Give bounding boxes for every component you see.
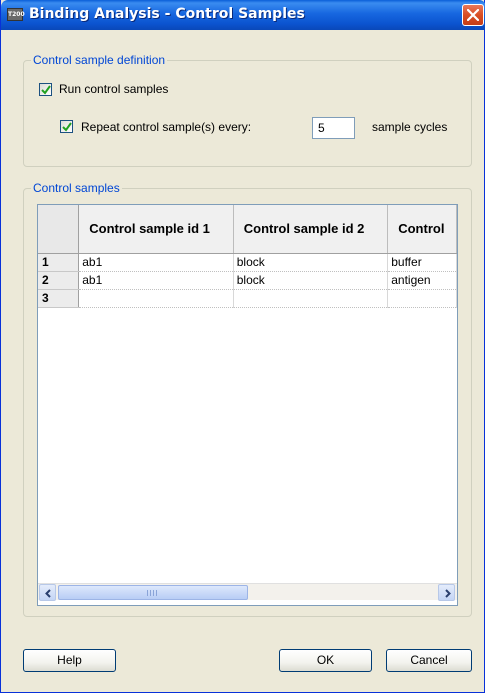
samples-table: Control sample id 1 Control sample id 2 … — [38, 205, 457, 308]
row-header[interactable]: 1 — [38, 253, 80, 272]
table-cell[interactable] — [78, 289, 234, 308]
checkmark-icon — [62, 122, 72, 132]
table-cell[interactable]: buffer — [387, 253, 457, 272]
column-header[interactable]: Control sample id 1 — [78, 205, 234, 254]
row-header[interactable]: 2 — [38, 271, 80, 290]
table-cell[interactable] — [387, 289, 457, 308]
close-button[interactable] — [462, 4, 484, 26]
table-cell[interactable]: block — [233, 271, 389, 290]
table-row: 1 ab1 block buffer — [38, 253, 457, 272]
sample-cycles-label: sample cycles — [372, 120, 448, 134]
repeat-checkbox[interactable] — [60, 120, 73, 133]
chevron-right-icon — [445, 589, 451, 598]
scroll-right-button[interactable] — [438, 584, 455, 601]
title-bar[interactable]: T200 Binding Analysis - Control Samples — [1, 0, 485, 30]
repeat-cycles-input[interactable] — [312, 117, 355, 139]
table-row: 2 ab1 block antigen — [38, 271, 457, 290]
table-row: 3 — [38, 289, 457, 308]
chevron-left-icon — [45, 589, 51, 598]
window-title: Binding Analysis - Control Samples — [29, 6, 305, 22]
control-samples-legend: Control samples — [31, 181, 122, 195]
scrollbar-thumb[interactable] — [58, 585, 248, 600]
table-cell[interactable]: antigen — [387, 271, 457, 290]
control-samples-grid[interactable]: Control sample id 1 Control sample id 2 … — [37, 204, 458, 606]
help-button[interactable]: Help — [23, 649, 116, 672]
dialog-window: T200 Binding Analysis - Control Samples … — [0, 0, 485, 693]
app-icon: T200 — [7, 8, 25, 21]
grid-corner[interactable] — [38, 205, 80, 254]
table-cell[interactable]: ab1 — [78, 271, 234, 290]
close-icon — [467, 9, 479, 21]
table-cell[interactable]: block — [233, 253, 389, 272]
repeat-label: Repeat control sample(s) every: — [81, 120, 252, 134]
row-header[interactable]: 3 — [38, 289, 80, 308]
scroll-left-button[interactable] — [39, 584, 56, 601]
ok-button[interactable]: OK — [279, 649, 372, 672]
cancel-button[interactable]: Cancel — [386, 649, 472, 672]
grip-icon — [147, 590, 157, 596]
control-definition-group: Control sample definition — [23, 53, 472, 167]
column-header[interactable]: Control sample id 2 — [233, 205, 389, 254]
horizontal-scrollbar[interactable] — [38, 583, 457, 601]
run-control-checkbox[interactable] — [39, 83, 52, 96]
column-header[interactable]: Control — [387, 205, 457, 254]
checkmark-icon — [41, 85, 51, 95]
control-definition-legend: Control sample definition — [31, 53, 168, 67]
run-control-label: Run control samples — [59, 82, 169, 96]
table-cell[interactable]: ab1 — [78, 253, 234, 272]
table-cell[interactable] — [233, 289, 389, 308]
